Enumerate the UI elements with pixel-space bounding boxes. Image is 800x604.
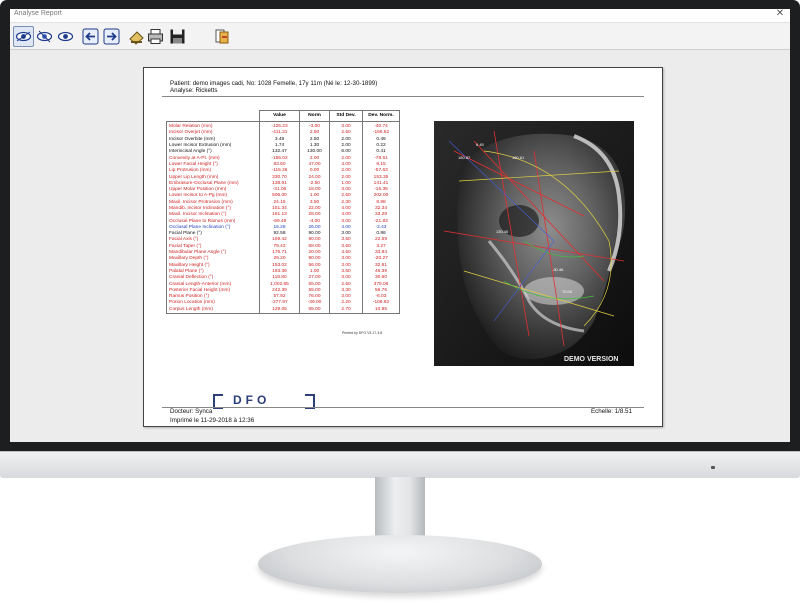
measurement-name: Molar Relation (mm)	[169, 124, 213, 130]
analysis-table: Value Norm Std Dev. Dev. Norm. Molar Rel…	[166, 110, 400, 314]
xray-label: 130.40	[496, 229, 509, 234]
demo-watermark: DEMO VERSION	[564, 356, 618, 363]
column-header: Std Dev.	[329, 110, 363, 122]
report-workspace: Patient: demo images cadi, No: 1028 Feme…	[10, 50, 790, 442]
measurement-dev: 10.95	[362, 306, 400, 314]
toolbar	[10, 23, 790, 50]
measurement-norm: -3.00	[299, 121, 330, 131]
power-led	[711, 466, 715, 469]
eye-icon[interactable]	[13, 26, 34, 47]
analysis-line: Analyse: Ricketts	[170, 87, 218, 94]
eye-icon[interactable]	[55, 26, 76, 47]
measurement-std: 3.00	[329, 121, 363, 131]
printed-date-line: Imprimé le 11-29-2018 à 12:36	[170, 417, 255, 424]
measurement-value: -125.23	[259, 121, 300, 131]
printed-by-note: Printed by DFO V3.17.3.8	[342, 331, 383, 335]
column-header: Value	[259, 110, 300, 122]
column-header: Dev. Norm.	[362, 110, 400, 122]
arrow-left-icon[interactable]	[80, 26, 101, 47]
cephalometric-xray: 6.45 180.61 180.87 130.40 -30.46 70.00 D…	[434, 121, 634, 366]
table-row: Molar Relation (mm) -125.23 -3.00 3.00 -40.7…	[167, 121, 400, 131]
close-button[interactable]: ✕	[774, 9, 786, 19]
eye-icon[interactable]	[34, 26, 55, 47]
name-header	[167, 111, 260, 122]
export-icon[interactable]	[211, 26, 232, 47]
save-icon[interactable]	[167, 26, 188, 47]
measurement-norm: 65.00	[299, 306, 330, 314]
monitor-chin	[0, 451, 800, 478]
patient-line: Patient: demo images cadi, No: 1028 Feme…	[170, 80, 378, 87]
measurement-std: 2.70	[329, 306, 363, 314]
measurement-dev: -40.74	[362, 121, 400, 131]
screen: Analyse Report ✕ Patient: demo images ca…	[10, 9, 790, 442]
doctor-line: Docteur: Synca	[170, 408, 213, 415]
monitor-stand-base	[258, 535, 542, 593]
column-header: Norm	[299, 110, 330, 122]
logo-text: DFO	[233, 393, 271, 407]
report-page: Patient: demo images cadi, No: 1028 Feme…	[143, 67, 663, 427]
table-row: Corpus Length (mm) 129.05 65.00 2.70 10.95	[167, 306, 400, 314]
xray-label: 180.87	[458, 155, 471, 160]
stamp-icon[interactable]	[126, 26, 147, 47]
xray-label: 70.00	[562, 289, 573, 294]
measurement-name: Corpus Length (mm)	[169, 306, 213, 312]
xray-label: 180.61	[512, 155, 525, 160]
arrow-right-icon[interactable]	[101, 26, 122, 47]
header-divider	[162, 96, 644, 97]
window-titlebar: Analyse Report ✕	[10, 9, 790, 23]
footer-divider	[162, 407, 644, 408]
xray-label: -30.46	[552, 267, 564, 272]
measurement-value: 129.05	[259, 306, 300, 314]
scale-line: Echelle: 1/8.51	[591, 408, 632, 415]
analysis-table-body: Molar Relation (mm) -125.23 -3.00 3.00 -40.7…	[166, 121, 400, 314]
window-title: Analyse Report	[14, 10, 62, 17]
xray-label: 6.45	[476, 142, 485, 147]
print-icon[interactable]	[145, 26, 166, 47]
